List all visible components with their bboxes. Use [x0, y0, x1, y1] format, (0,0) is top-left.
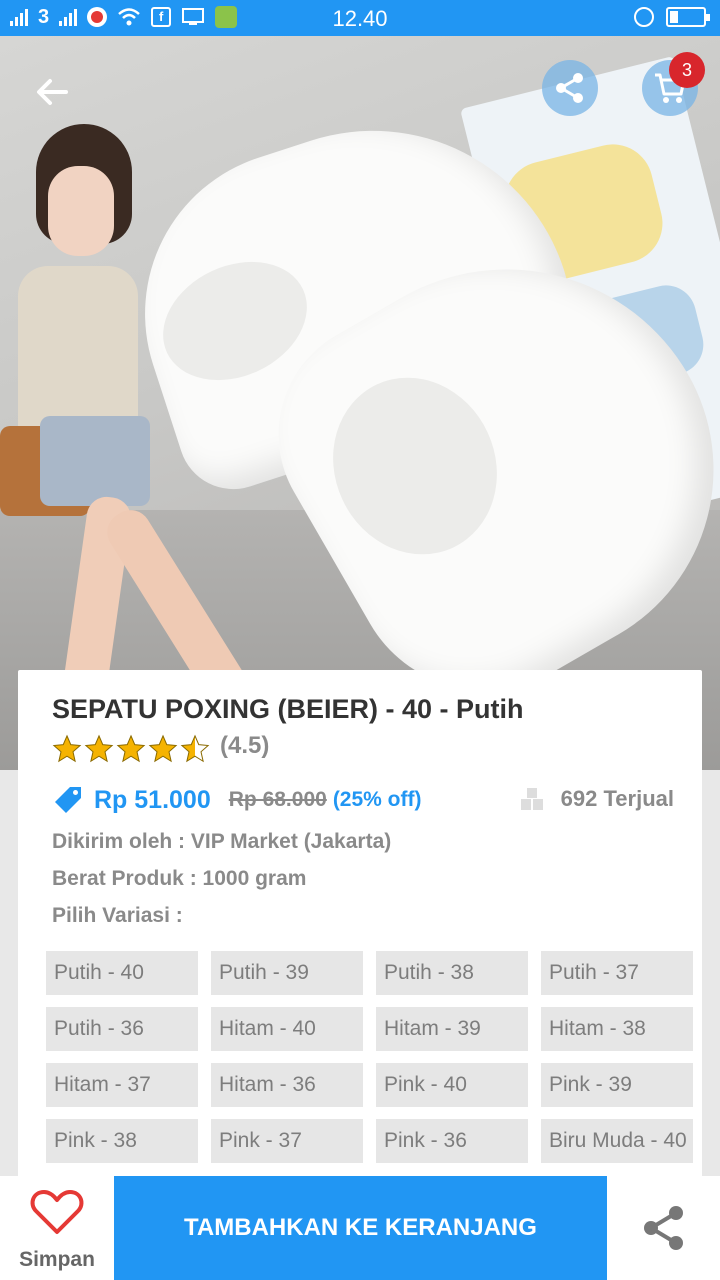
product-info-card: SEPATU POXING (BEIER) - 40 - Putih (4.5)… — [18, 670, 702, 1180]
variant-option[interactable]: Putih - 36 — [46, 1007, 198, 1051]
star-icon — [52, 734, 82, 763]
share-button[interactable] — [542, 60, 598, 116]
clock: 12.40 — [332, 6, 388, 31]
rating-stars — [52, 734, 210, 764]
rating-value: (4.5) — [220, 732, 270, 759]
variant-option[interactable]: Pink - 40 — [376, 1063, 528, 1107]
star-icon — [148, 734, 178, 763]
save-button[interactable]: Simpan — [0, 1176, 114, 1280]
current-price: Rp 51.000 — [94, 785, 211, 814]
variant-option[interactable]: Putih - 39 — [211, 951, 363, 995]
variant-option[interactable]: Hitam - 37 — [46, 1063, 198, 1107]
variant-option[interactable]: Hitam - 39 — [376, 1007, 528, 1051]
variant-option[interactable]: Pink - 38 — [46, 1119, 198, 1163]
product-weight: Berat Produk : 1000 gram — [52, 867, 307, 890]
share-icon — [643, 1206, 683, 1250]
variant-option[interactable]: Putih - 37 — [541, 951, 693, 995]
heart-icon — [30, 1190, 84, 1234]
cart-count-badge: 3 — [669, 52, 705, 88]
add-to-cart-button[interactable]: TAMBAHKAN KE KERANJANG — [114, 1176, 607, 1280]
variant-prompt: Pilih Variasi : — [52, 904, 183, 927]
discount-label: (25% off) — [332, 788, 422, 811]
variant-grid: Putih - 40 Putih - 39 Putih - 38 Putih -… — [46, 951, 698, 1163]
star-half-icon — [180, 734, 210, 763]
variant-option[interactable]: Pink - 39 — [541, 1063, 693, 1107]
star-icon — [116, 734, 146, 763]
alarm-icon — [634, 7, 654, 27]
sold-count: 692 Terjual — [519, 786, 674, 812]
save-label: Simpan — [19, 1248, 95, 1271]
price-tag-icon — [55, 787, 81, 813]
variant-option[interactable]: Putih - 40 — [46, 951, 198, 995]
variant-option[interactable]: Hitam - 38 — [541, 1007, 693, 1051]
product-image[interactable]: 3 — [0, 36, 720, 770]
product-title: SEPATU POXING (BEIER) - 40 - Putih — [52, 694, 524, 724]
variant-option[interactable]: Hitam - 40 — [211, 1007, 363, 1051]
shipped-by: Dikirim oleh : VIP Market (Jakarta) — [52, 830, 392, 853]
bottom-action-bar: Simpan TAMBAHKAN KE KERANJANG — [0, 1176, 720, 1280]
boxes-icon — [520, 788, 543, 810]
variant-option[interactable]: Hitam - 36 — [211, 1063, 363, 1107]
status-bar: 3 f 12.40 — [0, 0, 720, 36]
share-button-bottom[interactable] — [607, 1176, 720, 1280]
variant-option[interactable]: Pink - 36 — [376, 1119, 528, 1163]
original-price: Rp 68.000 — [228, 788, 327, 811]
back-button[interactable] — [28, 68, 76, 116]
variant-option[interactable]: Putih - 38 — [376, 951, 528, 995]
share-icon — [556, 73, 583, 103]
variant-option[interactable]: Biru Muda - 40 — [541, 1119, 693, 1163]
variant-option[interactable]: Pink - 37 — [211, 1119, 363, 1163]
arrow-left-icon — [37, 79, 68, 105]
star-icon — [84, 734, 114, 763]
battery-icon — [666, 7, 710, 27]
price-row: Rp 51.000 Rp 68.000 (25% off) — [52, 784, 421, 816]
